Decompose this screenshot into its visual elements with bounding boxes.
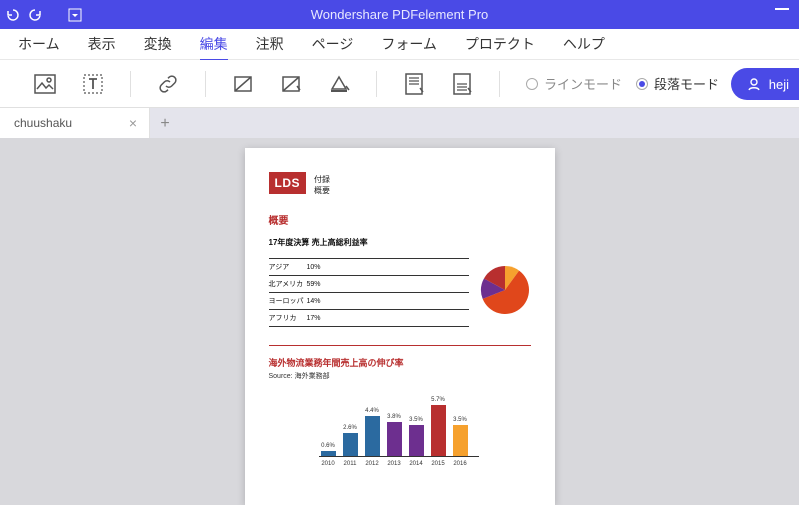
user-icon xyxy=(747,77,761,91)
chart-pie: アジア10%北アメリカ59%ヨーロッパ14%アフリカ17% xyxy=(269,258,531,327)
menu-view[interactable]: 表示 xyxy=(74,28,130,60)
chart1-title: 17年度決算 売上高総利益率 xyxy=(269,237,531,248)
menu-protect[interactable]: プロテクト xyxy=(451,28,549,60)
link-button[interactable] xyxy=(153,69,183,99)
bates-button[interactable] xyxy=(447,69,477,99)
chart2-source: Source: 海外業務部 xyxy=(269,371,531,381)
redo-icon[interactable] xyxy=(28,8,42,22)
crop-button[interactable] xyxy=(228,69,258,99)
line-mode-label: ラインモード xyxy=(544,74,622,93)
menu-page[interactable]: ページ xyxy=(298,28,368,60)
title-bar: Wondershare PDFelement Pro xyxy=(0,0,799,29)
background-button[interactable] xyxy=(324,69,354,99)
menu-convert[interactable]: 変換 xyxy=(130,28,186,60)
watermark-button[interactable] xyxy=(276,69,306,99)
dropdown-icon[interactable] xyxy=(68,8,82,22)
menu-edit[interactable]: 編集 xyxy=(186,28,242,60)
header-footer-button[interactable] xyxy=(399,69,429,99)
document-canvas[interactable]: LDS 付録 概要 概要 17年度決算 売上高総利益率 アジア10%北アメリカ5… xyxy=(0,138,799,505)
undo-icon[interactable] xyxy=(6,8,20,22)
section-divider xyxy=(269,345,531,346)
user-pill[interactable]: heji xyxy=(731,68,799,100)
menu-form[interactable]: フォーム xyxy=(367,28,451,60)
doc-header-text: 付録 概要 xyxy=(314,172,330,196)
add-tab-button[interactable]: + xyxy=(150,110,180,138)
paragraph-mode-radio[interactable]: 段落モード xyxy=(636,74,719,93)
menu-bar: ホーム 表示 変換 編集 注釈 ページ フォーム プロテクト ヘルプ xyxy=(0,29,799,60)
doc-logo: LDS xyxy=(269,172,307,194)
add-text-button[interactable] xyxy=(78,69,108,99)
pie-graphic xyxy=(479,264,531,316)
app-title: Wondershare PDFelement Pro xyxy=(311,7,489,22)
menu-help[interactable]: ヘルプ xyxy=(549,28,619,60)
add-image-button[interactable] xyxy=(30,69,60,99)
doc-tab[interactable]: chuushaku × xyxy=(0,108,150,138)
section-title: 概要 xyxy=(269,212,531,227)
close-tab-icon[interactable]: × xyxy=(129,115,137,131)
doc-tab-label: chuushaku xyxy=(14,116,72,130)
user-name: heji xyxy=(769,77,789,92)
menu-comment[interactable]: 注釈 xyxy=(242,28,298,60)
chart-bar: 0.6%2.6%4.4%3.8%3.5%5.7%3.5% 20102011201… xyxy=(319,395,479,467)
chart2-title: 海外物流業務年間売上高の伸び率 xyxy=(269,356,531,369)
minimize-button[interactable] xyxy=(775,8,789,10)
paragraph-mode-label: 段落モード xyxy=(654,74,719,93)
doc-tab-strip: chuushaku × + xyxy=(0,108,799,138)
menu-home[interactable]: ホーム xyxy=(4,28,74,60)
line-mode-radio[interactable]: ラインモード xyxy=(526,74,622,93)
document-page[interactable]: LDS 付録 概要 概要 17年度決算 売上高総利益率 アジア10%北アメリカ5… xyxy=(245,148,555,505)
toolbar: ラインモード 段落モード heji xyxy=(0,60,799,108)
